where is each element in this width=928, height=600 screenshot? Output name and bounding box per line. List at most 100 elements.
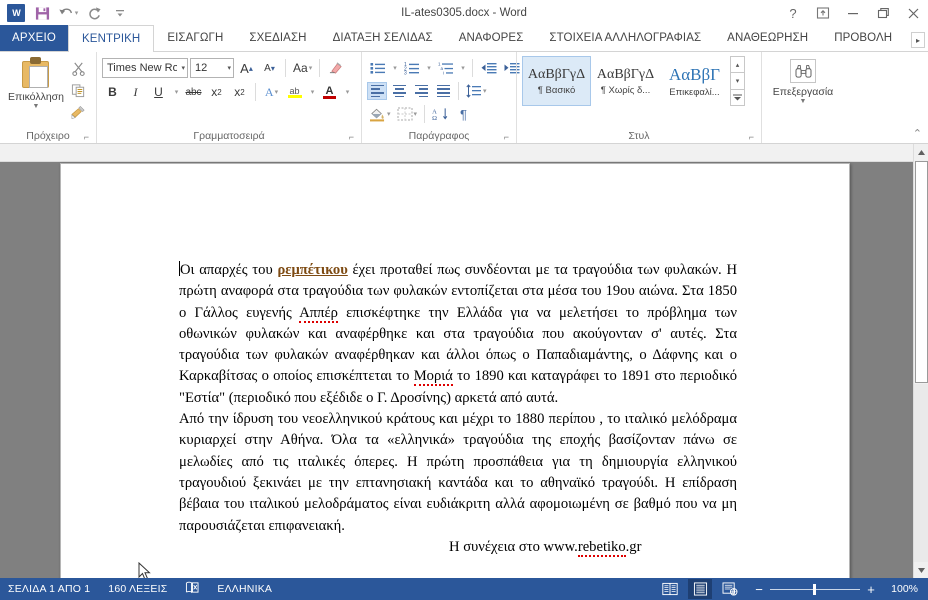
zoom-slider-handle[interactable]	[813, 583, 816, 595]
align-right-button[interactable]	[411, 82, 431, 100]
tab-mailings[interactable]: ΣΤΟΙΧΕΙΑ ΑΛΛΗΛΟΓΡΑΦΙΑΣ	[536, 25, 714, 51]
align-center-button[interactable]	[389, 82, 409, 100]
font-color-button[interactable]: A	[319, 82, 340, 102]
underline-button[interactable]: U	[148, 82, 169, 102]
tab-file[interactable]: ΑΡΧΕΙΟ	[0, 25, 69, 51]
restore-button[interactable]	[868, 0, 898, 26]
font-size-caret[interactable]: ▾	[223, 64, 231, 72]
document-text-body[interactable]: Οι απαρχές του ρεμπέτικου έχει προταθεί …	[179, 260, 737, 558]
document-page[interactable]: Οι απαρχές του ρεμπέτικου έχει προταθεί …	[60, 163, 850, 600]
strikethrough-button[interactable]: abc	[183, 82, 204, 102]
font-color-caret[interactable]: ▾	[342, 82, 352, 102]
clipboard-dialog-launcher[interactable]: ⌐	[84, 132, 89, 142]
style-item-no-spacing[interactable]: ΑαΒβΓγΔ ¶ Χωρίς δ...	[591, 56, 660, 106]
page-indicator[interactable]: ΣΕΛΙΔΑ 1 ΑΠΟ 1	[8, 583, 90, 595]
numbering-caret[interactable]: ▾	[424, 58, 433, 78]
help-icon[interactable]: ?	[778, 0, 808, 26]
font-color-swatch	[323, 96, 336, 99]
web-layout-button[interactable]	[718, 579, 742, 599]
signature-line[interactable]: Η συνέχεια στο www.rebetiko.gr	[179, 537, 737, 558]
font-size-combo[interactable]: 12 ▾	[190, 58, 234, 78]
shading-icon[interactable]: ▾	[367, 104, 393, 124]
grow-font-icon[interactable]: A ▴	[236, 58, 257, 78]
styles-scroll-up-button[interactable]: ▴	[730, 56, 745, 74]
editing-dropdown-caret[interactable]: ▼	[800, 98, 807, 105]
zoom-in-button[interactable]: +	[866, 582, 876, 597]
font-dialog-launcher[interactable]: ⌐	[349, 132, 354, 142]
scrollbar-thumb[interactable]	[915, 161, 928, 383]
subscript-button[interactable]: x2	[206, 82, 227, 102]
vertical-scrollbar[interactable]	[913, 144, 928, 578]
scroll-up-button[interactable]	[914, 144, 928, 160]
redo-button[interactable]	[82, 2, 106, 24]
close-button[interactable]	[898, 0, 928, 26]
shrink-font-icon[interactable]: A ▾	[259, 58, 280, 78]
minimize-button[interactable]	[838, 0, 868, 26]
paragraph-1[interactable]: Οι απαρχές του ρεμπέτικου έχει προταθεί …	[179, 260, 737, 409]
tab-home[interactable]: ΚΕΝΤΡΙΚΗ	[68, 25, 155, 52]
numbering-icon[interactable]: 1 2 3	[401, 58, 422, 78]
paragraph-dialog-launcher[interactable]: ⌐	[504, 132, 509, 142]
hyperlink-rebetikou[interactable]: ρεμπέτικου	[277, 262, 347, 278]
undo-button[interactable]: ▾	[56, 2, 80, 24]
read-mode-button[interactable]	[658, 579, 682, 599]
sort-icon[interactable]: A Ω	[430, 104, 451, 124]
style-item-heading1[interactable]: ΑαΒβΓ Επικεφαλί...	[660, 56, 729, 106]
italic-button[interactable]: I	[125, 82, 146, 102]
tab-review[interactable]: ΑΝΑΘΕΩΡΗΣΗ	[714, 25, 821, 51]
multilevel-list-icon[interactable]: 1 a i	[435, 58, 456, 78]
styles-dialog-launcher[interactable]: ⌐	[749, 132, 754, 142]
triangle-up-icon	[918, 149, 925, 155]
paste-dropdown-caret[interactable]: ▼	[33, 103, 40, 110]
collapse-ribbon-button[interactable]: ⌃	[913, 127, 922, 140]
superscript-button[interactable]: x2	[229, 82, 250, 102]
cut-icon[interactable]	[67, 58, 89, 78]
bold-button[interactable]: B	[102, 82, 123, 102]
tab-page-layout[interactable]: ΔΙΑΤΑΞΗ ΣΕΛΙΔΑΣ	[320, 25, 446, 51]
format-painter-icon[interactable]	[67, 102, 89, 122]
borders-icon[interactable]: ▾	[395, 104, 420, 124]
scroll-down-button[interactable]	[914, 562, 928, 578]
paste-button[interactable]: Επικόλληση ▼	[5, 55, 67, 110]
justify-button[interactable]	[433, 82, 453, 100]
styles-more-button[interactable]	[730, 89, 745, 106]
decrease-indent-icon[interactable]	[478, 58, 499, 78]
show-formatting-marks-button[interactable]: ¶	[453, 104, 474, 124]
style-item-normal[interactable]: ΑαΒβΓγΔ ¶ Βασικό	[522, 56, 591, 106]
paragraph-2[interactable]: Από την ίδρυση του νεοελληνικού κράτους …	[179, 409, 737, 537]
align-left-button[interactable]	[367, 82, 387, 100]
bullets-icon[interactable]	[367, 58, 388, 78]
tab-view[interactable]: ΠΡΟΒΟΛΗ	[821, 25, 905, 51]
font-name-caret[interactable]: ▾	[177, 64, 185, 72]
highlight-caret[interactable]: ▾	[307, 82, 317, 102]
ribbon-options-icon	[816, 7, 830, 19]
tab-references[interactable]: ΑΝΑΦΟΡΕΣ	[446, 25, 537, 51]
text-highlight-button[interactable]: ab	[284, 82, 305, 102]
save-icon[interactable]	[30, 2, 54, 24]
proofing-errors-icon[interactable]	[185, 581, 199, 597]
font-name-combo[interactable]: Times New Ro ▾	[102, 58, 188, 78]
tab-design[interactable]: ΣΧΕΔΙΑΣΗ	[236, 25, 319, 51]
zoom-percentage[interactable]: 100%	[888, 583, 918, 595]
styles-scroll-down-button[interactable]: ▾	[730, 73, 745, 90]
zoom-slider[interactable]	[770, 583, 860, 595]
ribbon-display-options-icon[interactable]	[808, 0, 838, 26]
multilevel-caret[interactable]: ▾	[458, 58, 467, 78]
print-layout-button[interactable]	[688, 579, 712, 599]
clear-formatting-icon[interactable]	[325, 58, 346, 78]
change-case-icon[interactable]: Aa ▾	[291, 58, 314, 78]
tabs-overflow-button[interactable]: ▸	[911, 32, 925, 48]
copy-icon[interactable]	[67, 80, 89, 100]
word-count[interactable]: 160 ΛΕΞΕΙΣ	[108, 583, 167, 595]
customize-qat-button[interactable]	[108, 2, 132, 24]
scrollbar-track[interactable]	[914, 384, 928, 562]
undo-dropdown-caret[interactable]: ▾	[75, 9, 79, 17]
line-spacing-icon[interactable]: ▾	[464, 81, 489, 101]
tab-insert[interactable]: ΕΙΣΑΓΩΓΗ	[154, 25, 236, 51]
editing-button[interactable]: Επεξεργασία ▼	[767, 55, 839, 105]
text-effects-button[interactable]: A ▾	[261, 82, 282, 102]
underline-caret[interactable]: ▾	[171, 82, 181, 102]
bullets-caret[interactable]: ▾	[390, 58, 399, 78]
zoom-out-button[interactable]: −	[754, 582, 764, 597]
language-indicator[interactable]: ΕΛΛΗΝΙΚΑ	[217, 583, 272, 595]
